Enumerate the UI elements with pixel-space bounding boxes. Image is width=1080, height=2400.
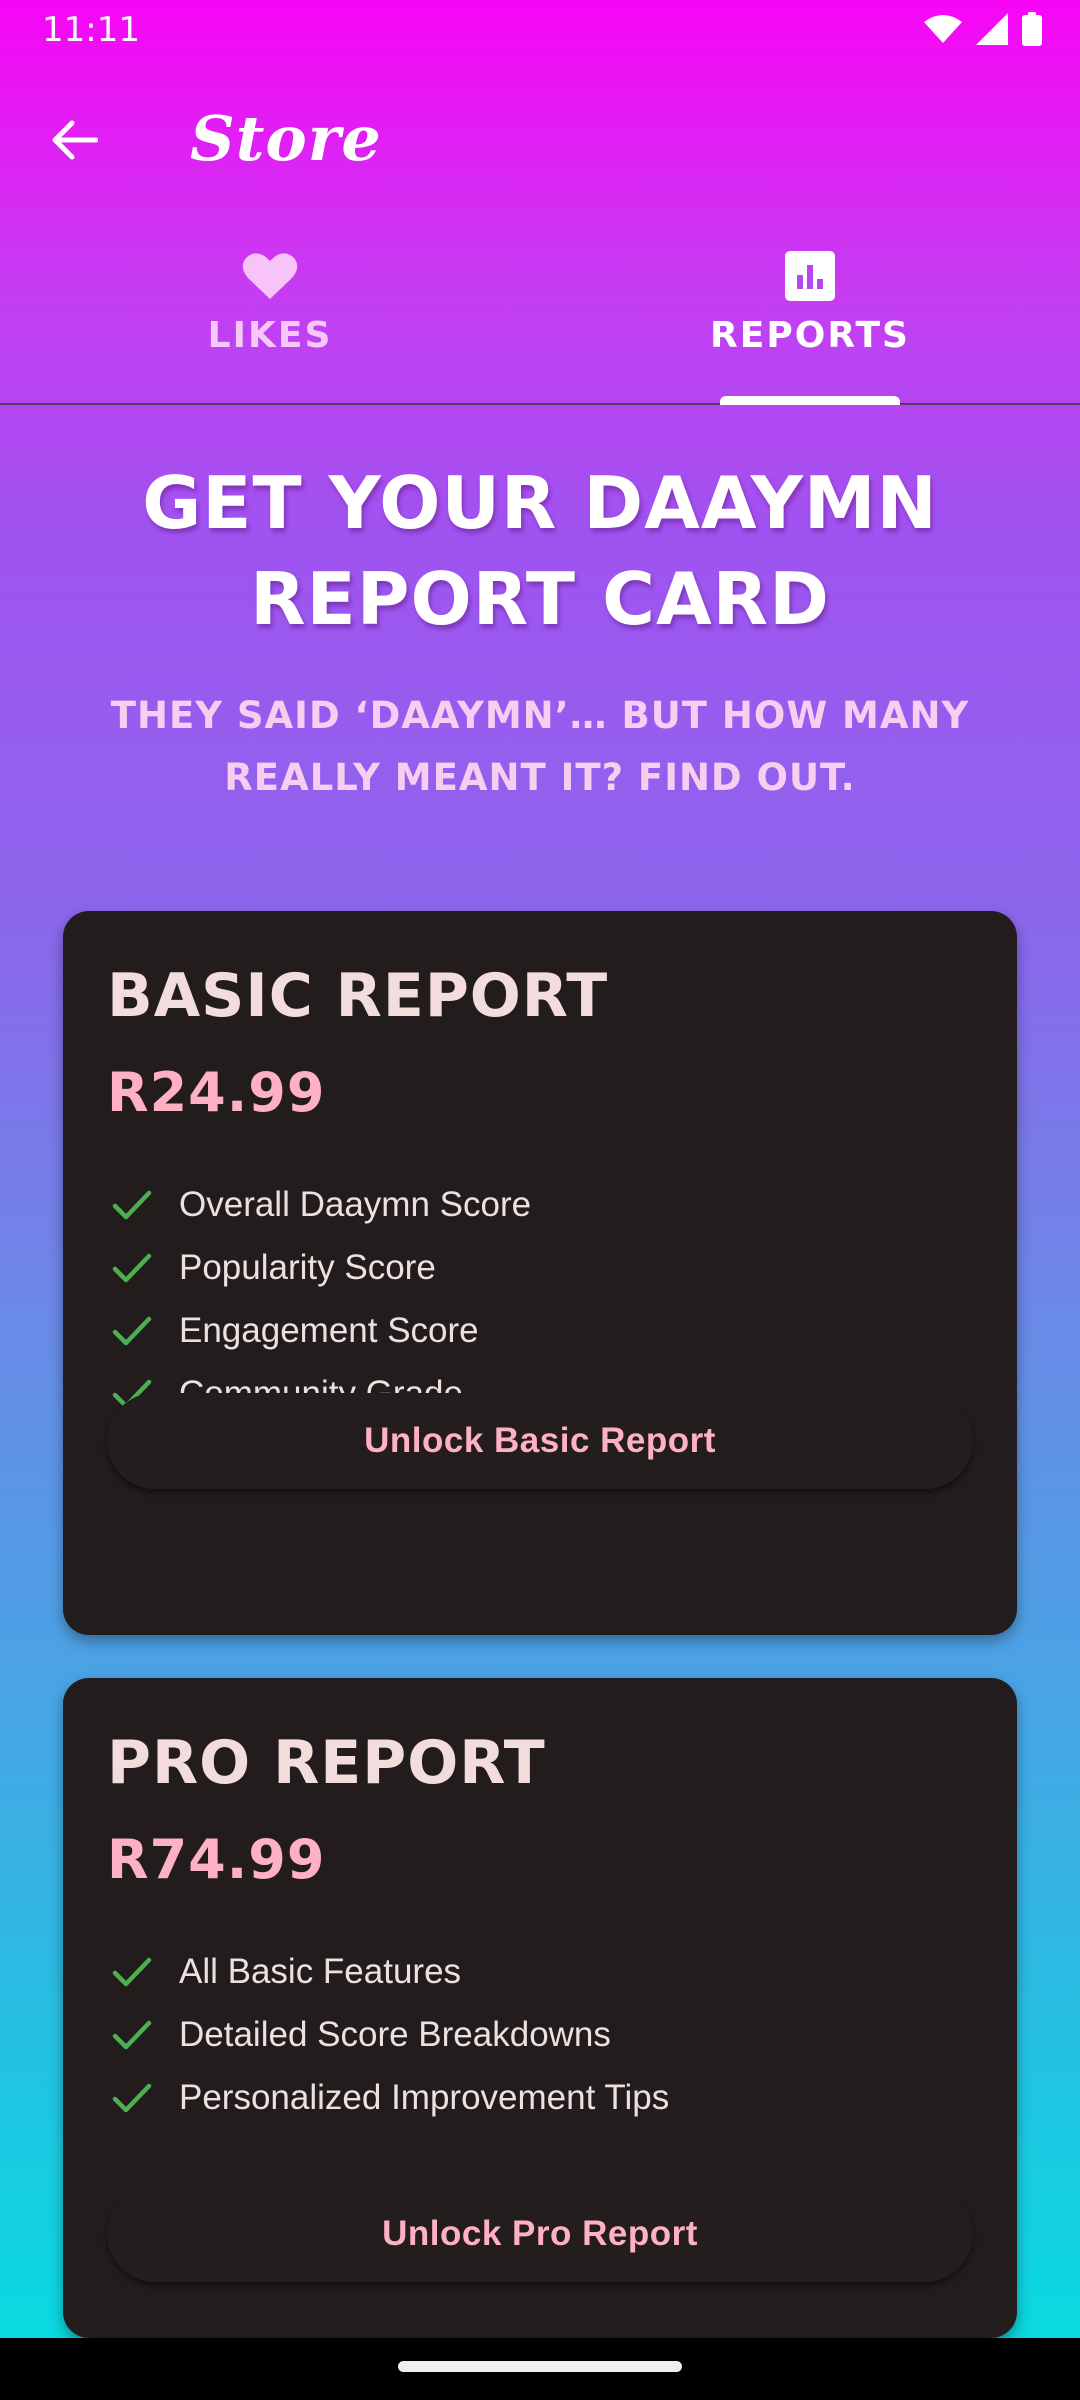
home-gesture-handle[interactable]	[398, 2361, 682, 2372]
check-icon	[107, 1185, 157, 1225]
system-navigation-bar	[0, 2338, 1080, 2400]
basic-report-card: BASIC REPORT R24.99 Overall Daaymn Score…	[63, 911, 1017, 1635]
status-icons	[924, 12, 1042, 50]
status-time: 11:11	[42, 10, 140, 50]
back-button[interactable]	[34, 102, 114, 182]
app-title: Store	[190, 102, 382, 175]
check-icon	[107, 2015, 157, 2055]
status-bar: 11:11	[0, 0, 1080, 60]
heart-icon	[241, 247, 299, 305]
unlock-basic-report-button[interactable]: Unlock Basic Report	[107, 1393, 973, 1489]
feature-item: Personalized Improvement Tips	[107, 2066, 987, 2129]
plan-price: R24.99	[107, 1061, 326, 1124]
feature-text: Overall Daaymn Score	[179, 1184, 532, 1224]
tab-indicator	[720, 396, 900, 405]
plan-title: PRO REPORT	[107, 1728, 546, 1798]
feature-text: Detailed Score Breakdowns	[179, 2014, 611, 2054]
pro-report-card: PRO REPORT R74.99 All Basic Features Det…	[63, 1678, 1017, 2338]
check-icon	[107, 1952, 157, 1992]
battery-icon	[1022, 12, 1042, 50]
check-icon	[107, 1248, 157, 1288]
bar-chart-icon	[781, 247, 839, 305]
check-icon	[107, 2078, 157, 2118]
feature-item: Engagement Score	[107, 1299, 987, 1362]
plan-price: R74.99	[107, 1828, 326, 1891]
tab-reports[interactable]: REPORTS	[540, 215, 1080, 403]
tab-likes[interactable]: LIKES	[0, 215, 540, 403]
feature-item: Popularity Score	[107, 1236, 987, 1299]
tab-likes-label: LIKES	[207, 315, 333, 356]
feature-text: Engagement Score	[179, 1310, 479, 1350]
arrow-back-icon	[50, 120, 99, 164]
feature-item: Detailed Score Breakdowns	[107, 2003, 987, 2066]
tab-reports-label: REPORTS	[710, 315, 910, 356]
feature-list: Overall Daaymn Score Popularity Score En…	[107, 1173, 987, 1425]
wifi-icon	[924, 14, 962, 48]
promo-subheadline: THEY SAID ‘DAAYMN’… BUT HOW MANY REALLY …	[110, 694, 970, 799]
tab-bar: LIKES REPORTS	[0, 215, 1080, 405]
feature-text: All Basic Features	[179, 1951, 462, 1991]
feature-item: Overall Daaymn Score	[107, 1173, 987, 1236]
unlock-pro-report-button[interactable]: Unlock Pro Report	[107, 2186, 973, 2282]
cellular-signal-icon	[976, 13, 1008, 49]
feature-text: Popularity Score	[179, 1247, 436, 1287]
feature-text: Personalized Improvement Tips	[179, 2077, 670, 2117]
feature-list: All Basic Features Detailed Score Breakd…	[107, 1940, 987, 2129]
check-icon	[107, 1311, 157, 1351]
plan-title: BASIC REPORT	[107, 961, 609, 1031]
feature-item: All Basic Features	[107, 1940, 987, 2003]
promo-headline: GET YOUR DAAYMN REPORT CARD	[142, 461, 938, 641]
app-bar: Store	[0, 60, 1080, 210]
